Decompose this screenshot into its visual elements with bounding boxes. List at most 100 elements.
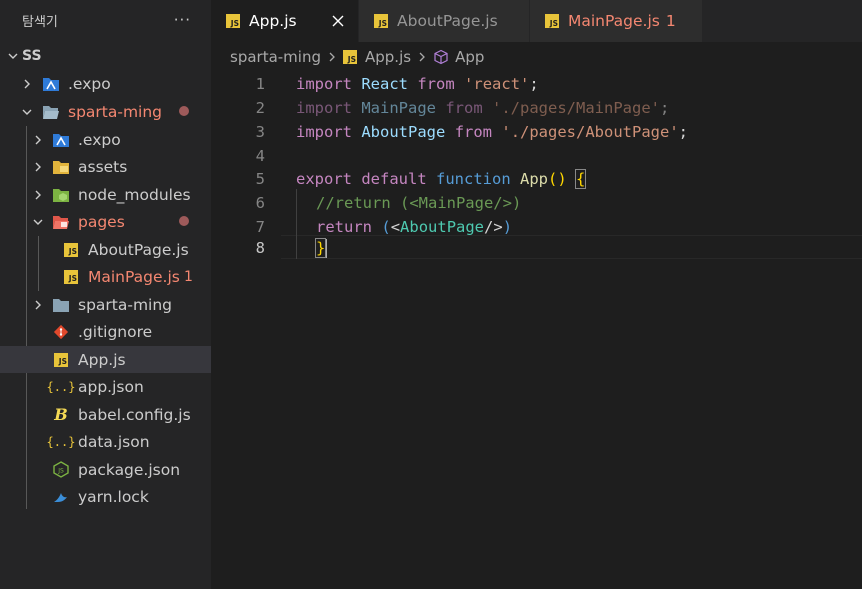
tree-label: SS [22,47,42,64]
tab-label: MainPage.js [568,12,660,30]
more-actions-icon[interactable]: ··· [174,11,191,29]
babel-icon: B [54,405,68,424]
chevron-down-icon [31,215,45,229]
breadcrumb: sparta-ming JS App.js App [211,42,862,72]
explorer-sidebar: 탐색기 ··· SS .expo sparta-ming .expo asset… [0,0,211,589]
tree-label: assets [78,157,128,176]
line-number: 3 [255,123,265,141]
close-icon[interactable] [330,13,346,29]
code-line: 3 import AboutPage from './pages/AboutPa… [211,120,862,144]
code-line: 2 import MainPage from './pages/MainPage… [211,96,862,120]
js-file-icon: JS [545,14,559,28]
tree-root-ss[interactable]: SS [0,42,211,69]
tree-item-app-js[interactable]: JS App.js [0,346,211,373]
chevron-right-icon [31,133,45,147]
breadcrumb-folder[interactable]: sparta-ming [230,48,321,66]
tree-item-data-json[interactable]: {..} data.json [0,428,211,455]
tab-app-js[interactable]: JS App.js [211,0,359,42]
tree-label: yarn.lock [78,487,149,506]
tree-label: package.json [78,460,181,479]
tree-item-gitignore[interactable]: .gitignore [0,318,211,345]
tree-label: .gitignore [78,322,153,341]
tree-item-expo[interactable]: .expo [0,70,211,97]
code-text: } [314,237,328,258]
tree-item-sparta-ming[interactable]: sparta-ming [0,98,211,125]
tree-item-yarn-lock[interactable]: yarn.lock [0,483,211,510]
js-file-icon: JS [62,241,80,259]
breadcrumb-symbol[interactable]: App [455,48,484,66]
tree-label: MainPage.js [88,267,180,286]
chevron-right-icon [417,51,427,63]
node-folder-icon [52,186,70,204]
explorer-title: 탐색기 [22,14,58,30]
tree-item-mainpage[interactable]: JS MainPage.js 1 [0,263,211,290]
problem-count-badge: 1 [665,12,676,30]
js-file-icon: JS [62,268,80,286]
tree-item-expo-nested[interactable]: .expo [0,126,211,153]
symbol-method-icon [433,49,449,65]
line-number: 2 [255,99,265,117]
json-icon: {..} [46,434,76,449]
problem-count-badge: 1 [184,268,193,285]
folder-open-icon [42,103,60,121]
tree-item-pages[interactable]: pages [0,208,211,235]
expo-folder-icon [52,131,70,149]
chevron-down-icon [6,49,20,63]
chevron-right-icon [20,77,34,91]
tree-label: AboutPage.js [88,240,189,259]
modified-dot-icon [179,216,189,226]
tree-item-aboutpage[interactable]: JS AboutPage.js [0,236,211,263]
chevron-right-icon [31,160,45,174]
code-line: 1 import React from 'react'; [211,72,862,96]
tree-item-sparta-ming-folder[interactable]: sparta-ming [0,291,211,318]
tab-aboutpage-js[interactable]: JS AboutPage.js [359,0,530,42]
expo-folder-icon [42,75,60,93]
tree-item-app-json[interactable]: {..} app.json [0,373,211,400]
chevron-right-icon [31,188,45,202]
js-file-icon: JS [52,351,70,369]
tree-label: .expo [78,130,121,149]
line-number: 4 [255,147,265,165]
tree-label: .expo [68,74,111,93]
tree-item-babel-config[interactable]: B babel.config.js [0,401,211,428]
tree-label: babel.config.js [78,405,191,424]
assets-folder-icon [52,158,70,176]
code-editor[interactable]: 1 import React from 'react'; 2 import Ma… [211,72,862,589]
code-text: return (<AboutPage/>) [316,218,513,236]
modified-dot-icon [179,106,189,116]
tree-label: sparta-ming [78,295,173,314]
code-text: import AboutPage from './pages/AboutPage… [296,123,689,141]
chevron-right-icon [31,298,45,312]
line-number: 8 [255,239,265,257]
svg-text:JS: JS [57,468,64,475]
line-number: 1 [255,75,265,93]
code-line: 5 export default function App() { [211,167,862,191]
tree-label: data.json [78,432,150,451]
tab-mainpage-js[interactable]: JS MainPage.js 1 [530,0,703,42]
tab-label: App.js [249,12,297,30]
breadcrumb-file[interactable]: App.js [365,48,411,66]
code-line: 8 } [211,236,862,260]
line-number: 7 [255,218,265,236]
nodejs-icon: JS [52,461,70,479]
js-file-icon: JS [374,14,388,28]
tree-item-node-modules[interactable]: node_modules [0,181,211,208]
tab-label: AboutPage.js [397,12,498,30]
tree-label: node_modules [78,185,191,204]
explorer-header: 탐색기 ··· [0,0,211,40]
tree-item-package-json[interactable]: JS package.json [0,456,211,483]
json-icon: {..} [46,379,76,394]
folder-icon [52,296,70,314]
tree-label: app.json [78,377,144,396]
line-number: 5 [255,170,265,188]
tree-item-assets[interactable]: assets [0,153,211,180]
text-cursor [325,238,328,258]
js-file-icon: JS [343,50,357,64]
code-text: export default function App() { [296,169,587,189]
tree-label: pages [78,212,125,231]
tree-label: App.js [78,350,126,369]
code-text: //return (<MainPage/>) [316,194,522,212]
js-file-icon: JS [226,14,240,28]
code-text: import MainPage from './pages/MainPage'; [296,99,670,117]
yarn-icon [52,488,70,506]
